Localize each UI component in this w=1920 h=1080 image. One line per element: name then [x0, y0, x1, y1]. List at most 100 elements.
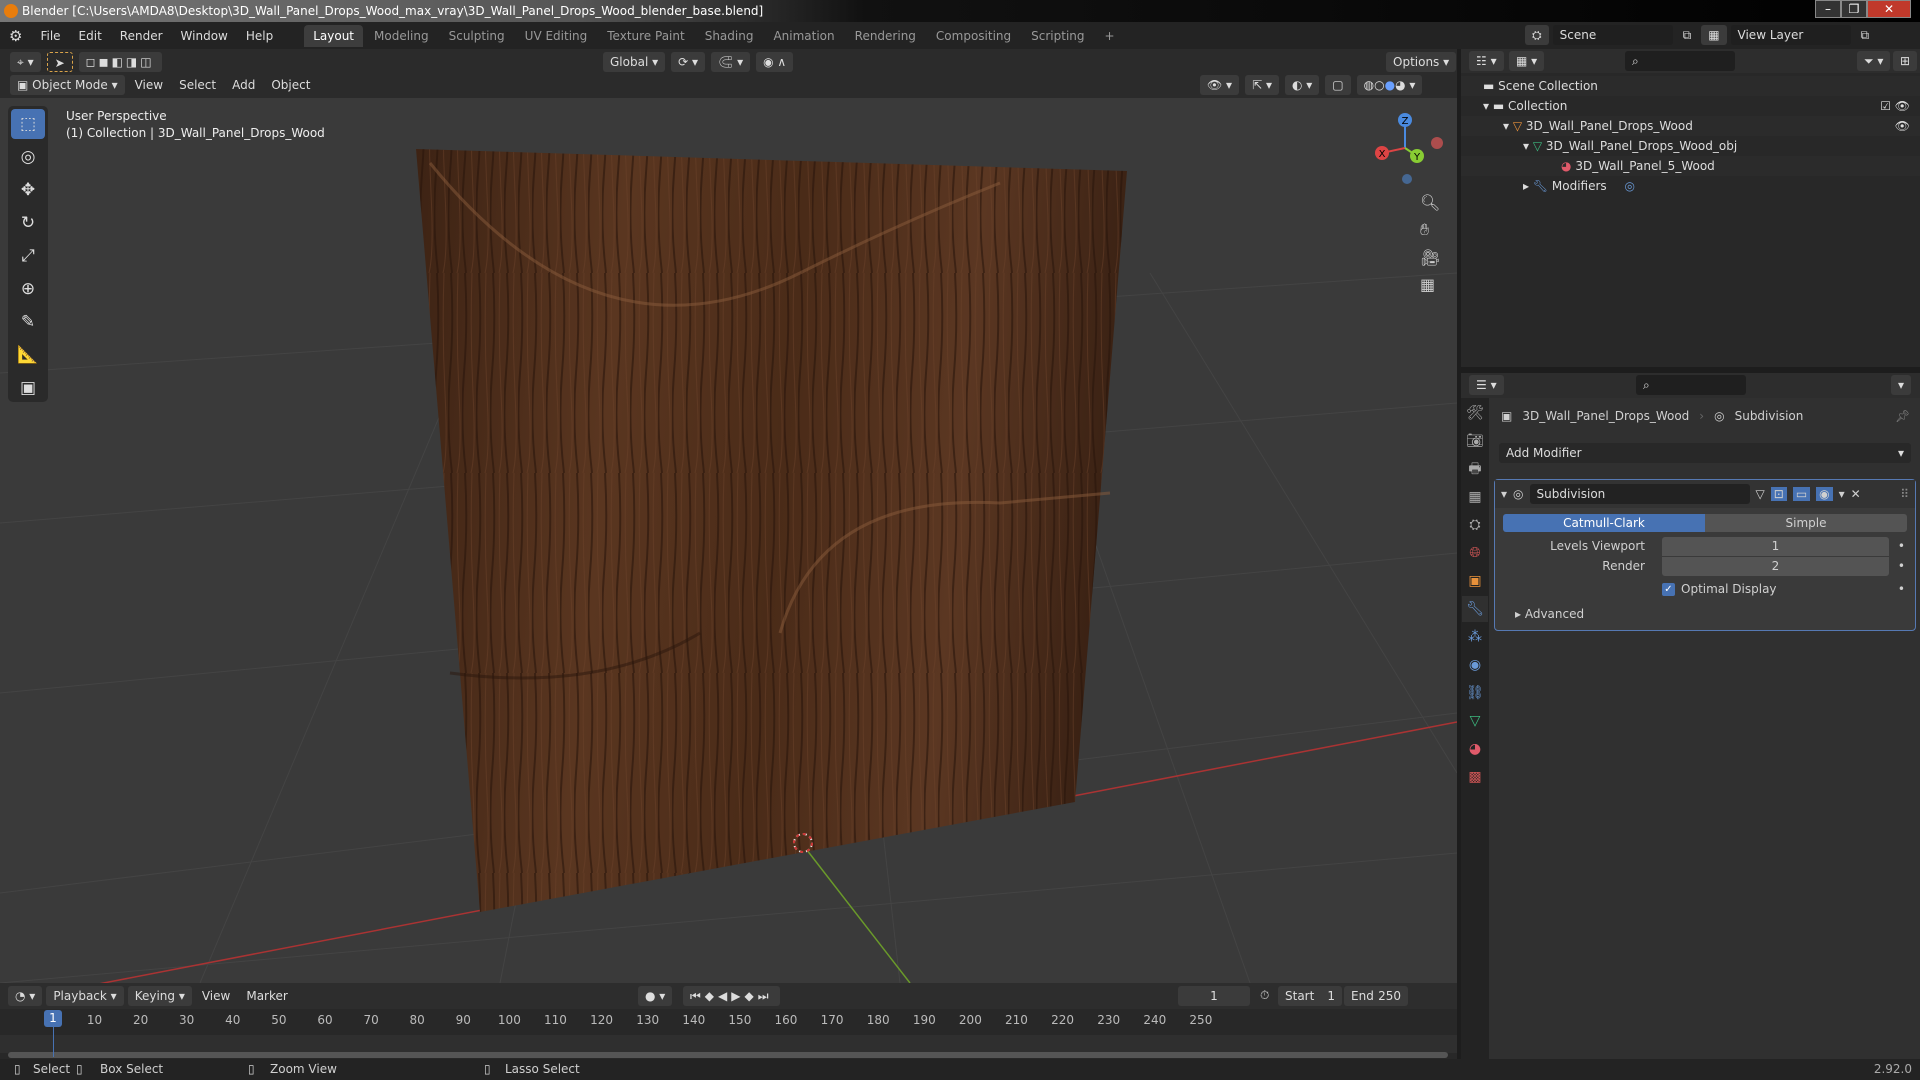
render-camera-icon[interactable]: ◉ [1816, 487, 1833, 501]
edit-mode-icon[interactable]: ⊡ [1770, 487, 1787, 501]
select-tool-icon[interactable]: ➤ [46, 52, 73, 72]
outliner-item-material[interactable]: ◕ 3D_Wall_Panel_5_Wood [1461, 156, 1920, 176]
display-mode-icon[interactable]: ☷ ▾ [1469, 51, 1504, 71]
maximize-button[interactable]: ❐ [1841, 0, 1867, 18]
tab-uv-editing[interactable]: UV Editing [516, 25, 597, 47]
transform-orientation-dropdown[interactable]: Global ▾ [603, 52, 666, 72]
blender-menu-icon[interactable]: ⚙ [0, 27, 31, 45]
timeline-scrollbar[interactable] [8, 1052, 1448, 1058]
tab-modeling[interactable]: Modeling [365, 25, 438, 47]
modifier-name-input[interactable]: Subdivision [1529, 484, 1750, 504]
edit-mode-cage-icon[interactable]: ▽ [1756, 487, 1765, 501]
physics-tab-icon[interactable]: ◉ [1462, 652, 1488, 678]
zoom-icon[interactable]: 🔍︎ [1420, 193, 1440, 212]
rotate-tool-icon[interactable]: ↻ [11, 208, 45, 238]
timeline-keyframe-area[interactable] [0, 1035, 1457, 1053]
playhead-frame-indicator[interactable]: 1 [44, 1010, 62, 1027]
scene-tab-icon[interactable]: ⛭ [1462, 512, 1488, 538]
tab-compositing[interactable]: Compositing [927, 25, 1020, 47]
tool-tab-icon[interactable]: 🛠︎ [1462, 400, 1488, 426]
add-modifier-dropdown[interactable]: Add Modifier ▾ [1499, 443, 1911, 463]
camera-view-icon[interactable]: 🎥︎ [1420, 248, 1440, 267]
advanced-subpanel[interactable]: ▸ Advanced [1495, 607, 1915, 621]
xray-icon[interactable]: ▢ [1325, 75, 1351, 95]
texture-tab-icon[interactable]: ▩ [1462, 764, 1488, 790]
tab-shading[interactable]: Shading [696, 25, 763, 47]
object-tab-icon[interactable]: ▣ [1462, 568, 1488, 594]
remove-modifier-icon[interactable]: ✕ [1851, 487, 1861, 501]
collapse-arrow-icon[interactable]: ▾ [1501, 487, 1507, 501]
visibility-icon[interactable]: 👁︎ ▾ [1200, 75, 1240, 95]
data-tab-icon[interactable]: ▽ [1462, 708, 1488, 734]
tab-layout[interactable]: Layout [304, 24, 364, 47]
gizmo-toggle-icon[interactable]: ⇱ ▾ [1245, 75, 1279, 95]
properties-search-input[interactable]: ⌕ [1636, 375, 1746, 395]
tab-animation[interactable]: Animation [764, 25, 843, 47]
material-tab-icon[interactable]: ◕ [1462, 736, 1488, 762]
menu-help[interactable]: Help [237, 29, 282, 43]
ortho-grid-icon[interactable]: ▦ [1420, 275, 1440, 294]
minimize-button[interactable]: – [1815, 0, 1841, 18]
selection-mode-icons[interactable]: ◻◼◧◨◫ [78, 52, 162, 72]
keyframe-dot-icon[interactable]: • [1898, 582, 1905, 596]
catmull-clark-option[interactable]: Catmull-Clark [1503, 514, 1705, 532]
overlay-toggle-icon[interactable]: ◐ ▾ [1284, 75, 1320, 95]
menu-file[interactable]: File [31, 29, 69, 43]
viewport-menu-select[interactable]: Select [173, 75, 222, 95]
cursor-tool-icon[interactable]: ◎ [11, 142, 45, 172]
add-cube-tool-icon[interactable]: ▣ [11, 373, 45, 403]
tab-texture-paint[interactable]: Texture Paint [598, 25, 693, 47]
world-tab-icon[interactable]: 🌐︎ [1462, 540, 1488, 566]
view-layer-field[interactable]: View Layer [1730, 25, 1851, 45]
add-workspace-button[interactable]: + [1096, 25, 1124, 47]
object-mode-dropdown[interactable]: ▣ Object Mode ▾ [10, 75, 125, 95]
output-tab-icon[interactable]: 🖶 [1462, 456, 1488, 482]
shading-modes-icon[interactable]: ◍○●◕ ▾ [1356, 75, 1423, 95]
close-button[interactable]: ✕ [1867, 0, 1911, 18]
modifier-tab-icon[interactable]: 🔧︎ [1462, 596, 1488, 622]
menu-edit[interactable]: Edit [70, 29, 111, 43]
scene-copy-icon[interactable]: ⧉ [1677, 25, 1698, 45]
render-levels-field[interactable]: 2 [1662, 557, 1889, 576]
pan-hand-icon[interactable]: ✋︎ [1420, 220, 1440, 240]
outliner-search-input[interactable]: ⌕ [1625, 51, 1735, 71]
filter-icon[interactable]: ⏷ ▾ [1857, 51, 1891, 71]
levels-viewport-field[interactable]: 1 [1662, 537, 1889, 556]
view-layer-copy-icon[interactable]: ⧉ [1855, 25, 1876, 45]
render-tab-icon[interactable]: 📷︎ [1462, 428, 1488, 454]
drag-handle-icon[interactable]: ⠿ [1900, 487, 1909, 501]
viewport-menu-object[interactable]: Object [265, 75, 316, 95]
collection-visibility-icons[interactable]: ☑ 👁︎ [1880, 96, 1910, 116]
modifier-menu-icon[interactable]: ▾ [1839, 487, 1845, 501]
editor-type-icon[interactable]: ⌖ ▾ [10, 52, 41, 72]
transform-tool-icon[interactable]: ⊕ [11, 274, 45, 304]
realtime-display-icon[interactable]: ▭ [1792, 487, 1811, 501]
optimal-display-checkbox[interactable]: ✓ [1662, 583, 1675, 596]
snap-icon[interactable]: 🧲︎ ▾ [711, 52, 751, 72]
scale-tool-icon[interactable]: ⤢ [11, 241, 45, 271]
outliner-item-mesh[interactable]: ▾ ▽ 3D_Wall_Panel_Drops_Wood_obj [1461, 136, 1920, 156]
view-layer-tab-icon[interactable]: ▦ [1462, 484, 1488, 510]
tab-sculpting[interactable]: Sculpting [440, 25, 514, 47]
scene-icon[interactable]: ⛭ [1525, 25, 1549, 45]
object-visibility-icon[interactable]: 👁︎ [1895, 116, 1910, 136]
tab-scripting[interactable]: Scripting [1022, 25, 1093, 47]
view-layer-filter-icon[interactable]: ▦ ▾ [1509, 51, 1545, 71]
pin-icon[interactable]: 📌︎ [1895, 409, 1910, 423]
particles-tab-icon[interactable]: ⁂ [1462, 624, 1488, 650]
navigation-gizmo[interactable]: Z X Y [1360, 108, 1450, 188]
keyframe-dot-icon[interactable]: • [1898, 559, 1905, 573]
options-dropdown[interactable]: Options ▾ [1386, 52, 1457, 72]
viewport-menu-view[interactable]: View [129, 75, 169, 95]
measure-tool-icon[interactable]: 📐 [11, 340, 45, 370]
outliner-item-scene-collection[interactable]: ▬ Scene Collection [1461, 76, 1920, 96]
scene-field[interactable]: Scene [1552, 25, 1673, 45]
outliner-item-modifiers[interactable]: ▸ 🔧︎ Modifiers ◎ [1461, 176, 1920, 196]
annotate-tool-icon[interactable]: ✎ [11, 307, 45, 337]
tab-rendering[interactable]: Rendering [846, 25, 925, 47]
proportional-edit-icon[interactable]: ◉ ∧ [756, 52, 794, 72]
properties-options-icon[interactable]: ▾ [1891, 375, 1912, 395]
subdivision-modifier-icon[interactable]: ◎ [1625, 179, 1635, 193]
3d-viewport[interactable]: User Perspective (1) Collection | 3D_Wal… [0, 73, 1457, 983]
constraints-tab-icon[interactable]: ⛓︎ [1462, 680, 1488, 706]
